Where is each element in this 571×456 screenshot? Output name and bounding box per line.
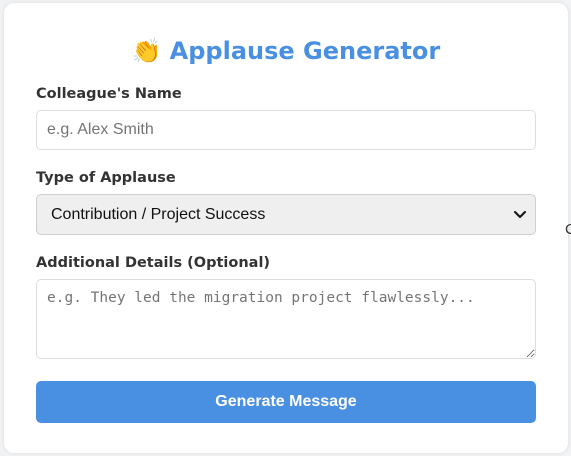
additional-details-textarea[interactable] bbox=[36, 279, 536, 359]
clapping-hands-icon: 👏 bbox=[131, 37, 162, 65]
page-title: 👏 Applause Generator bbox=[4, 36, 568, 66]
chevron-down-icon bbox=[513, 208, 527, 222]
additional-details-label: Additional Details (Optional) bbox=[36, 255, 271, 271]
applause-type-label: Type of Applause bbox=[36, 170, 176, 186]
generate-message-button[interactable]: Generate Message bbox=[36, 381, 536, 423]
page-title-text: Applause Generator bbox=[169, 37, 441, 65]
offscreen-text-fragment: C bbox=[565, 222, 571, 238]
applause-type-selected-value: Contribution / Project Success bbox=[51, 205, 266, 223]
applause-card: 👏Applause Generator Colleague's Name Typ… bbox=[4, 3, 568, 453]
colleague-name-label: Colleague's Name bbox=[36, 86, 182, 102]
applause-type-select[interactable]: Contribution / Project Success bbox=[36, 194, 536, 235]
colleague-name-input[interactable] bbox=[36, 110, 536, 150]
